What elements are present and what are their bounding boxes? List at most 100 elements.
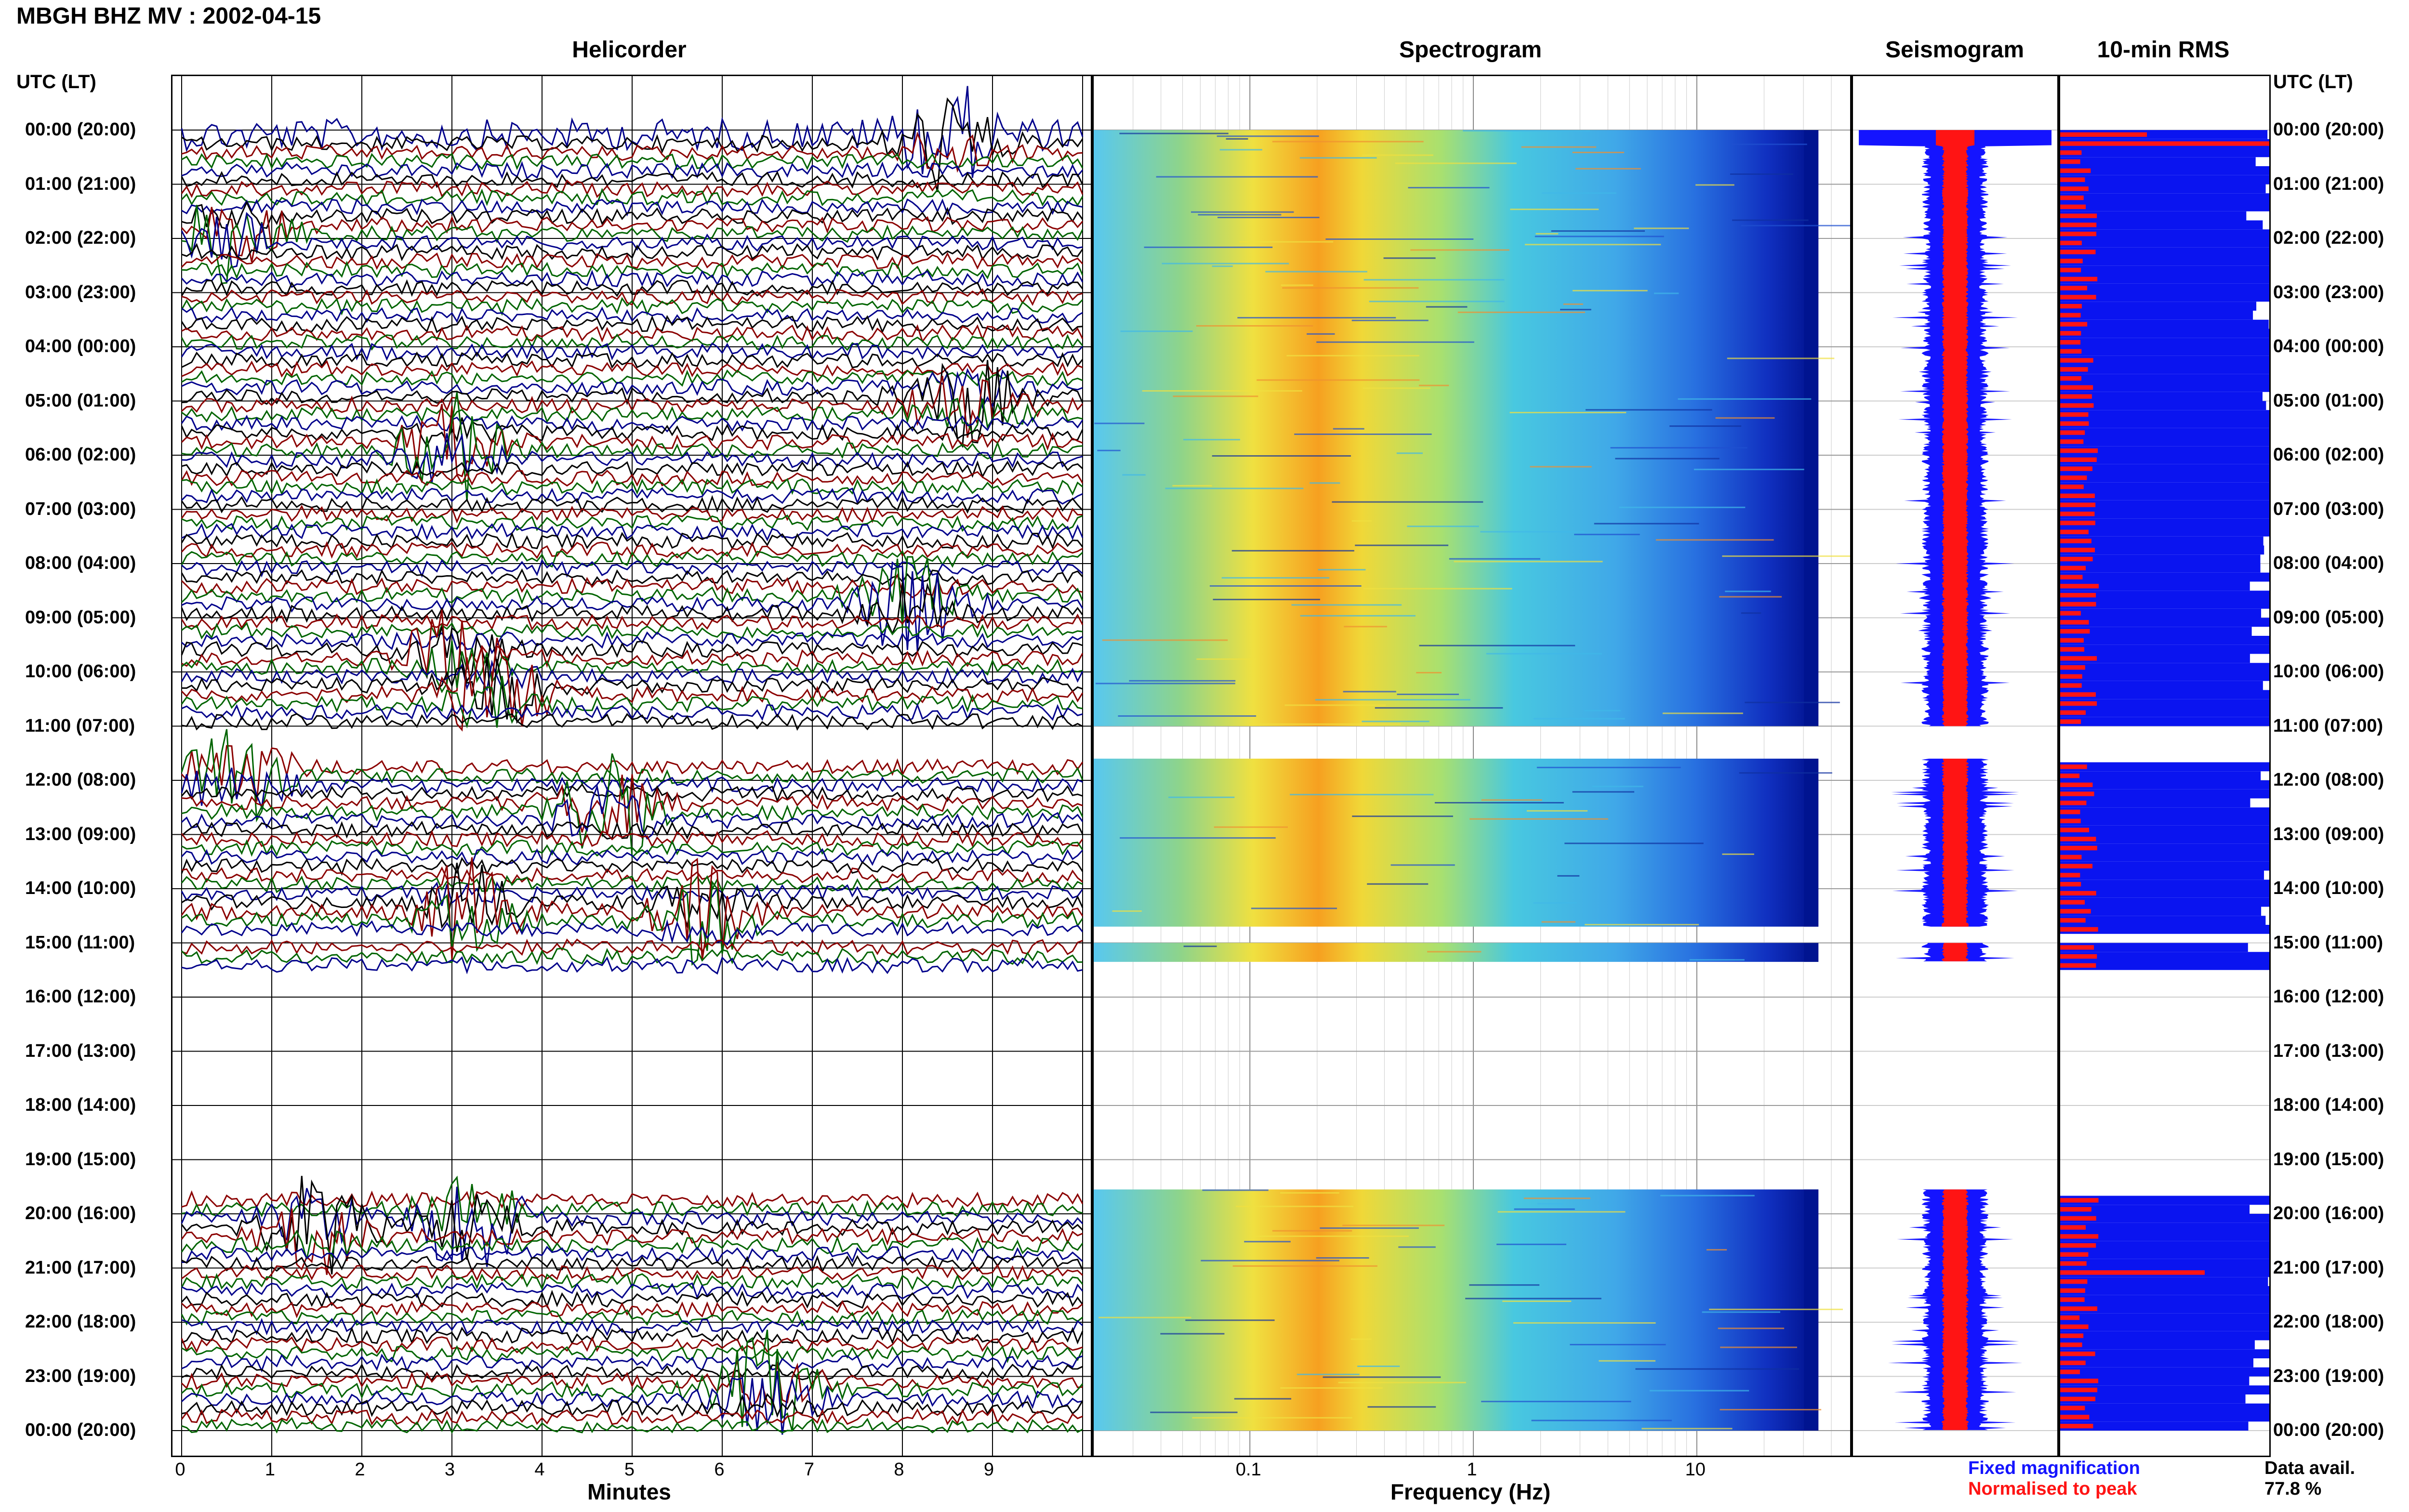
spectrogram-streak — [1678, 398, 1812, 400]
spectrogram-streak — [1294, 434, 1432, 435]
spectrogram-streak — [1362, 154, 1433, 156]
rms-fixed-bar — [2060, 319, 2269, 329]
spectrogram-streak — [1535, 236, 1664, 237]
rms-fixed-bar — [2060, 1277, 2268, 1286]
rms-fixed-bar — [2060, 644, 2269, 654]
rms-fixed-bar — [2060, 311, 2253, 320]
spectrogram-title: Spectrogram — [1399, 37, 1542, 63]
spectrogram-streak — [1722, 555, 1850, 557]
spectrogram-streak — [1144, 246, 1273, 248]
spectrogram-streak — [1449, 558, 1540, 560]
time-label-right: 22:00 (18:00) — [2273, 1312, 2384, 1332]
rms-fixed-bar — [2060, 798, 2250, 808]
spectrogram-streak — [1272, 141, 1424, 143]
spectrogram-panel — [1092, 75, 1852, 1457]
spectrogram-streak — [1689, 959, 1745, 961]
rms-normalised-bar — [2060, 1396, 2095, 1402]
rms-normalised-bar — [2060, 520, 2095, 526]
spectrogram-streak — [1183, 946, 1217, 947]
time-label-left: 06:00 (02:00) — [25, 445, 136, 465]
spectrogram-streak — [1496, 1243, 1566, 1245]
spectrogram-streak — [1350, 1338, 1372, 1340]
time-label-left: 11:00 (07:00) — [25, 715, 135, 736]
spectrogram-streak — [1102, 639, 1228, 641]
time-label-right: 05:00 (01:00) — [2273, 390, 2384, 411]
rms-fixed-bar — [2060, 1403, 2269, 1413]
spectrogram-streak — [1352, 815, 1453, 817]
time-label-right: 12:00 (08:00) — [2273, 770, 2384, 790]
spectrogram-streak — [1396, 452, 1423, 454]
spectrogram-streak — [1129, 680, 1236, 682]
spectrogram-streak — [1369, 301, 1505, 302]
rms-fixed-bar — [2060, 283, 2269, 293]
rms-normalised-bar — [2060, 1406, 2085, 1410]
time-label-left: 04:00 (00:00) — [25, 336, 136, 356]
rms-fixed-bar — [2060, 880, 2269, 889]
frequency-axis-title: Frequency (Hz) — [1390, 1479, 1551, 1504]
spectrogram-streak — [1213, 599, 1320, 601]
spectrogram-streak — [1231, 550, 1354, 552]
minute-tick-label: 3 — [444, 1459, 455, 1480]
spectrogram-streak — [1398, 1246, 1436, 1248]
minutes-axis-title: Minutes — [587, 1479, 671, 1504]
spectrogram-streak — [1165, 487, 1304, 489]
spectrogram-streak — [1237, 317, 1396, 319]
spectrogram-streak — [1367, 883, 1429, 885]
spectrogram-streak — [1570, 1344, 1666, 1345]
rms-normalised-bar — [2060, 891, 2096, 896]
time-label-right: 11:00 (07:00) — [2273, 715, 2383, 736]
rms-normalised-bar — [2060, 828, 2089, 832]
rms-normalised-bar — [2060, 801, 2087, 805]
rms-normalised-bar — [2060, 475, 2087, 480]
spectrogram-streak — [1291, 604, 1402, 606]
time-label-right: 09:00 (05:00) — [2273, 607, 2384, 628]
spectrogram-streak — [1196, 658, 1256, 660]
spectrogram-edge — [1804, 759, 1819, 927]
data-avail-label: Data avail. — [2264, 1458, 2355, 1478]
rms-fixed-bar — [2060, 564, 2261, 573]
rms-normalised-bar — [2060, 484, 2084, 489]
spectrogram-streak — [1307, 333, 1335, 335]
spectrogram-streak — [1325, 238, 1474, 240]
rms-panel — [2059, 75, 2271, 1457]
rms-normalised-bar — [2060, 322, 2088, 327]
rms-normalised-bar — [2060, 918, 2086, 923]
spectrogram-streak — [1619, 506, 1746, 508]
spectrogram-streak — [1513, 1322, 1656, 1324]
rms-normalised-bar — [2060, 195, 2084, 200]
spectrogram-streak — [1338, 1381, 1466, 1383]
time-label-left: 12:00 (08:00) — [25, 770, 136, 790]
spectrogram-streak — [1635, 1368, 1800, 1370]
spectrogram-streak — [1534, 718, 1625, 720]
rms-fixed-bar — [2060, 1331, 2269, 1341]
rms-normalised-bar — [2060, 1243, 2096, 1248]
rms-normalised-bar — [2060, 340, 2081, 345]
rms-normalised-bar — [2060, 223, 2097, 227]
rms-normalised-bar — [2060, 620, 2089, 625]
spectrogram-streak — [1592, 786, 1643, 788]
seismogram-normalised-trace — [1942, 943, 1969, 961]
spectrogram-streak — [1099, 1316, 1191, 1318]
rms-fixed-bar — [2060, 816, 2269, 826]
spectrogram-streak — [1122, 474, 1146, 476]
rms-normalised-bar — [2060, 295, 2096, 300]
legend-normalised-to-peak: Normalised to peak — [1968, 1479, 2137, 1499]
rms-normalised-bar — [2060, 259, 2083, 263]
time-label-left: 21:00 (17:00) — [25, 1257, 136, 1278]
rms-normalised-bar — [2060, 150, 2082, 155]
rms-normalised-bar — [2060, 276, 2098, 282]
spectrogram-streak — [1355, 544, 1449, 546]
rms-fixed-bar — [2060, 636, 2269, 645]
spectrogram-streak — [1720, 1409, 1822, 1410]
rms-fixed-bar — [2060, 193, 2269, 202]
rms-normalised-bar — [2060, 945, 2094, 950]
spectrogram-edge — [1804, 943, 1819, 962]
rms-normalised-bar — [2060, 250, 2096, 254]
spectrogram-streak — [1286, 355, 1419, 356]
spectrogram-streak — [1343, 691, 1396, 693]
rms-normalised-bar — [2060, 1207, 2091, 1212]
spectrogram-streak — [1741, 612, 1761, 614]
rms-normalised-bar — [2060, 430, 2085, 435]
time-label-right: 00:00 (20:00) — [2273, 1420, 2384, 1440]
spectrogram-streak — [1557, 875, 1580, 877]
